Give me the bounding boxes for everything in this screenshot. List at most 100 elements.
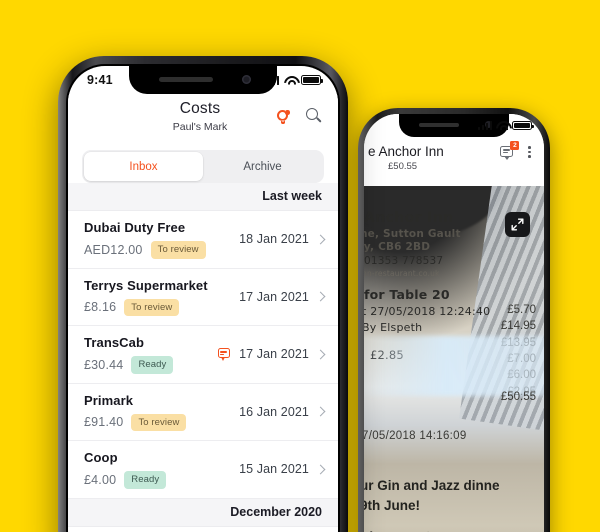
tab-archive[interactable]: Archive <box>203 152 322 181</box>
amount-value: £30.44 <box>84 357 124 372</box>
receipt-website: nn-restaurant.co.uk <box>364 269 440 278</box>
row-date: 15 Jan 2021 <box>239 462 309 477</box>
row-amount-line: £30.44 Ready <box>84 356 218 374</box>
kebab-dot <box>528 146 531 149</box>
page-subtitle: Paul's Mark <box>172 120 228 133</box>
receipt-promo-line-1: ur Gin and Jazz dinne <box>364 478 500 493</box>
amount-value: £4.00 <box>84 472 117 487</box>
merchant-name: TransCab <box>84 335 145 350</box>
expense-title: e Anchor Inn <box>368 144 444 159</box>
chevron-right-icon <box>315 464 326 475</box>
table-row[interactable]: Primark £91.40 To review 16 Jan 2021 <box>68 384 338 441</box>
merchant-name: Terrys Supermarket <box>84 277 208 293</box>
chevron-right-icon <box>315 406 326 417</box>
receipt-total: £50.55 <box>500 391 536 403</box>
table-row[interactable]: Terrys Supermarket £8.16 To review 17 Ja… <box>68 269 338 326</box>
phone1-screen: Costs Paul's Mark Inbox Archive Last wee… <box>68 66 338 532</box>
row-meta: 18 Jan 2021 <box>239 232 326 247</box>
section-header: Last week <box>68 183 338 211</box>
wifi-icon <box>496 121 508 130</box>
row-meta: 16 Jan 2021 <box>239 404 326 419</box>
row-date: 16 Jan 2021 <box>239 404 309 419</box>
photo-glare <box>364 336 544 396</box>
merchant-name: Coop <box>84 450 118 465</box>
app-header: Costs Paul's Mark <box>68 94 338 133</box>
comment-count-badge: 2 <box>510 141 520 151</box>
search-icon[interactable] <box>306 108 322 124</box>
notification-dot <box>285 110 290 115</box>
search-handle <box>316 117 322 123</box>
bell-notification-icon[interactable] <box>276 108 291 124</box>
section-header: December 2020 <box>68 498 338 527</box>
row-primary: Coop £4.00 Ready <box>84 450 239 489</box>
chevron-right-icon <box>315 234 326 245</box>
merchant-name: Dubai Duty Free <box>84 220 186 235</box>
row-date: 17 Jan 2021 <box>239 347 309 362</box>
phone2-header-actions: 2 <box>500 141 534 160</box>
table-row[interactable]: Coop £4.00 Ready 15 Jan 2021 <box>68 441 338 499</box>
phone1-bezel: Costs Paul's Mark Inbox Archive Last wee… <box>66 64 340 532</box>
row-amount-line: £91.40 To review <box>84 413 239 431</box>
receipt-printed-datetime: 7/05/2018 14:16:09 <box>364 430 467 442</box>
header-title-group: Costs Paul's Mark <box>84 100 276 133</box>
comment-icon[interactable] <box>218 348 231 362</box>
receipt-table: for Table 20 <box>364 287 450 302</box>
row-date: 17 Jan 2021 <box>239 289 309 304</box>
receipt-address-2: ly, CB6 2BD <box>364 241 431 253</box>
row-primary: Terrys Supermarket £8.16 To review <box>84 277 239 316</box>
page-title: Costs <box>179 100 221 117</box>
status-time: 9:41 <box>87 73 113 87</box>
amount-value: £91.40 <box>84 415 124 430</box>
expense-amount: £50.55 <box>388 161 418 172</box>
receipt-price: £5.70 <box>507 304 536 316</box>
kebab-dot <box>528 155 531 158</box>
status-badge: To review <box>124 298 180 316</box>
row-primary: Primark £91.40 To review <box>84 393 239 431</box>
battery-icon <box>301 75 323 85</box>
receipt-price: £14.95 <box>500 320 536 333</box>
earpiece-speaker <box>159 77 213 82</box>
expand-arrows-icon <box>511 218 524 231</box>
tab-inbox[interactable]: Inbox <box>84 152 203 181</box>
amount-value: AED12.00 <box>84 242 143 257</box>
row-amount-line: £8.16 To review <box>84 298 239 316</box>
receipt-promo: ur Gin and Jazz dinne 9th June! <box>364 476 500 515</box>
row-primary: TransCab £30.44 Ready <box>84 335 218 374</box>
expense-list[interactable]: Last week Dubai Duty Free AED12.00 To re… <box>68 183 338 532</box>
kebab-menu-icon[interactable] <box>525 145 534 159</box>
poster-canvas: Anchor Inn ne, Sutton Gault ly, CB6 2BD … <box>0 0 600 532</box>
phone-mockup-primary: Costs Paul's Mark Inbox Archive Last wee… <box>58 56 348 532</box>
chevron-right-icon <box>315 349 326 360</box>
comment-line <box>503 149 510 151</box>
table-row[interactable]: Dubai Duty Free AED12.00 To review 18 Ja… <box>68 211 338 269</box>
table-row[interactable]: TransCab £30.44 Ready 17 Jan 2021 <box>68 326 338 384</box>
row-amount-line: £4.00 Ready <box>84 471 239 489</box>
front-camera <box>242 75 251 84</box>
phone2-screen: Anchor Inn ne, Sutton Gault ly, CB6 2BD … <box>364 114 544 532</box>
receipt-promo-line-2: 9th June! <box>364 497 421 513</box>
inbox-archive-tabs: Inbox Archive <box>82 150 324 183</box>
phone-mockup-secondary: Anchor Inn ne, Sutton Gault ly, CB6 2BD … <box>358 108 550 532</box>
comment-icon[interactable]: 2 <box>500 141 520 160</box>
header-actions <box>276 100 322 124</box>
status-badge: To review <box>131 413 187 431</box>
row-primary: Dubai Duty Free AED12.00 To review <box>84 220 239 259</box>
comment-line <box>220 351 227 353</box>
expand-photo-button[interactable] <box>505 212 530 237</box>
status-badge: To review <box>150 241 206 259</box>
bell-clapper <box>280 120 285 124</box>
table-row[interactable]: Ada Restaurant <box>68 527 338 532</box>
status-badge: Ready <box>131 356 174 374</box>
status-badge: Ready <box>124 471 167 489</box>
battery-icon <box>512 120 534 131</box>
row-amount-line: AED12.00 To review <box>84 241 239 259</box>
kebab-dot <box>528 150 531 154</box>
row-meta: 15 Jan 2021 <box>239 462 326 477</box>
phone2-status-bar <box>364 114 544 137</box>
receipt-phone: 01353 778537 <box>364 255 444 267</box>
row-meta: 17 Jan 2021 <box>239 289 326 304</box>
receipt-photo[interactable]: Anchor Inn ne, Sutton Gault ly, CB6 2BD … <box>364 186 544 532</box>
wifi-icon <box>284 76 296 85</box>
row-date: 18 Jan 2021 <box>239 232 309 247</box>
phone1-notch <box>129 66 277 94</box>
